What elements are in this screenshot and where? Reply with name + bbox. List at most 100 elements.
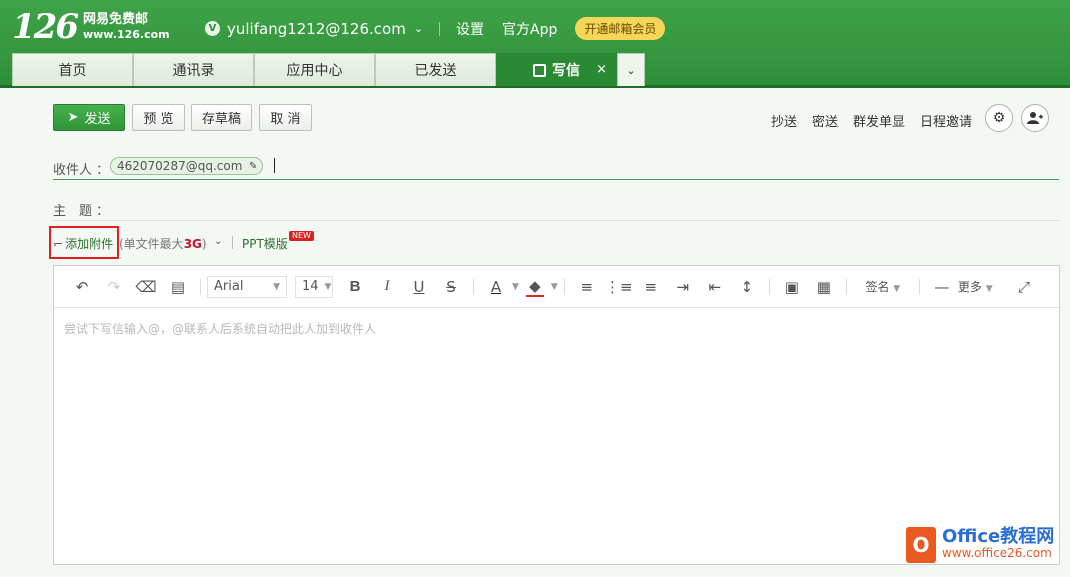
numbered-list-icon[interactable]: ≡ bbox=[635, 278, 667, 296]
font-family-value: Arial bbox=[214, 279, 244, 294]
redo-icon[interactable]: ↷ bbox=[98, 278, 130, 296]
font-color-icon[interactable]: A bbox=[480, 278, 512, 296]
eraser-icon[interactable]: ⌫ bbox=[130, 278, 162, 296]
note-size: 3G bbox=[183, 237, 202, 251]
chevron-down-icon: ▼ bbox=[893, 284, 901, 294]
edit-icon bbox=[533, 63, 546, 77]
vip-level-icon: V bbox=[205, 21, 220, 36]
table-icon[interactable]: ▦ bbox=[808, 278, 840, 296]
send-button[interactable]: ➤ 发送 bbox=[53, 104, 125, 131]
note-prefix: (单文件最大 bbox=[119, 237, 184, 251]
more-label: 更多 bbox=[957, 280, 982, 294]
image-icon[interactable]: ▣ bbox=[776, 278, 808, 296]
recipient-label: 收件人 ： bbox=[53, 163, 110, 178]
chevron-down-icon[interactable]: ▼ bbox=[512, 282, 519, 292]
paperclip-icon: ⌐ bbox=[53, 236, 64, 251]
tab-apps[interactable]: 应用中心 bbox=[254, 53, 375, 86]
add-user-icon bbox=[1027, 112, 1043, 124]
close-icon[interactable]: × bbox=[596, 62, 607, 77]
send-label: 发送 bbox=[84, 112, 111, 127]
more-menu[interactable]: 更多 ▼ bbox=[958, 278, 1008, 295]
add-contact-button[interactable] bbox=[1021, 104, 1049, 132]
account-email: yulifang1212@126.com bbox=[227, 19, 406, 38]
save-draft-button[interactable]: 存草稿 bbox=[191, 104, 252, 131]
signature-menu[interactable]: 签名 ▼ bbox=[853, 278, 913, 295]
font-size-value: 14 bbox=[302, 279, 319, 294]
cc-link[interactable]: 抄送 bbox=[771, 111, 797, 130]
add-attachment-label: 添加附件 bbox=[65, 237, 114, 251]
tab-compose[interactable]: 写信 × bbox=[496, 53, 617, 86]
logo-number: 126 bbox=[12, 7, 79, 47]
align-icon[interactable]: ≡ bbox=[571, 278, 603, 296]
indent-icon[interactable]: ⇥ bbox=[667, 278, 699, 296]
italic-icon[interactable]: I bbox=[371, 278, 403, 295]
strikethrough-icon[interactable]: S bbox=[435, 278, 467, 296]
brand-logo[interactable]: 126 网易免费邮 www.126.com bbox=[12, 10, 170, 44]
undo-icon[interactable]: ↶ bbox=[66, 278, 98, 296]
recipient-chip[interactable]: 462070287@qq.com ✎ bbox=[110, 157, 264, 175]
bulleted-list-icon[interactable]: ⋮≡ bbox=[603, 278, 635, 296]
add-attachment-link[interactable]: ⌐ 添加附件 bbox=[53, 235, 113, 252]
divider bbox=[918, 278, 920, 295]
subject-input[interactable] bbox=[53, 220, 1059, 221]
underline-icon[interactable]: U bbox=[403, 278, 435, 296]
preview-button[interactable]: 预 览 bbox=[132, 104, 185, 131]
divider bbox=[200, 278, 201, 295]
new-badge: NEW bbox=[289, 231, 314, 241]
tab-contacts[interactable]: 通讯录 bbox=[133, 53, 254, 86]
tab-sent[interactable]: 已发送 bbox=[375, 53, 496, 86]
signature-label: 签名 bbox=[865, 280, 890, 294]
divider bbox=[439, 21, 441, 36]
cancel-button[interactable]: 取 消 bbox=[259, 104, 312, 131]
ppt-template-link[interactable]: PPT模版 bbox=[242, 235, 288, 252]
logo-url: www.126.com bbox=[82, 28, 170, 41]
divider bbox=[473, 278, 474, 295]
gear-icon: ⚙ bbox=[992, 110, 1006, 126]
highlight-color-icon[interactable]: ◆ bbox=[525, 277, 544, 297]
chevron-down-icon: ▼ bbox=[985, 284, 993, 294]
paper-plane-icon: ➤ bbox=[67, 110, 79, 125]
chevron-down-icon[interactable]: ▼ bbox=[551, 282, 558, 292]
calendar-invite-link[interactable]: 日程邀请 bbox=[920, 111, 972, 130]
tab-compose-label: 写信 bbox=[552, 63, 580, 79]
recipient-options: 抄送 密送 群发单显 日程邀请 bbox=[756, 111, 972, 130]
settings-link[interactable]: 设置 bbox=[456, 19, 484, 39]
outdent-icon[interactable]: ⇤ bbox=[699, 278, 731, 296]
expand-icon[interactable]: ⤢ bbox=[1008, 278, 1040, 296]
top-header: 126 网易免费邮 www.126.com V yulifang1212@126… bbox=[0, 0, 1070, 88]
line-height-icon[interactable]: ↕ bbox=[731, 278, 763, 296]
subject-label: 主 题 ： bbox=[53, 204, 110, 219]
vip-button[interactable]: 开通邮箱会员 bbox=[575, 17, 666, 40]
bold-icon[interactable]: B bbox=[339, 278, 371, 295]
format-painter-icon[interactable]: ▤ bbox=[162, 278, 194, 296]
official-app-link[interactable]: 官方App bbox=[502, 19, 557, 39]
watermark: O Office教程网 www.office26.com bbox=[906, 527, 1054, 563]
tab-bar: 首页 通讯录 应用中心 已发送 写信 × ⌄ bbox=[12, 53, 645, 86]
account-menu[interactable]: V yulifang1212@126.com ⌄ 设置 官方App 开通邮箱会员 bbox=[205, 17, 666, 40]
font-family-select[interactable]: Arial ▼ bbox=[207, 275, 287, 298]
chevron-down-icon[interactable]: ⌄ bbox=[214, 236, 222, 247]
bcc-link[interactable]: 密送 bbox=[812, 111, 838, 130]
separate-send-link[interactable]: 群发单显 bbox=[853, 111, 905, 130]
attachment-size-note: (单文件最大3G) bbox=[119, 235, 207, 252]
recipient-input-caret[interactable] bbox=[274, 158, 275, 173]
settings-gear-button[interactable]: ⚙ bbox=[985, 104, 1013, 132]
divider bbox=[768, 278, 770, 295]
divider bbox=[845, 278, 847, 295]
pencil-icon[interactable]: ✎ bbox=[249, 159, 257, 175]
tab-more-dropdown[interactable]: ⌄ bbox=[617, 53, 645, 86]
divider bbox=[53, 179, 1059, 180]
watermark-url: www.office26.com bbox=[942, 546, 1052, 560]
divider bbox=[563, 278, 565, 295]
divider bbox=[232, 236, 233, 249]
horizontal-rule-icon[interactable]: — bbox=[926, 278, 958, 296]
editor-toolbar: ↶ ↷ ⌫ ▤ Arial ▼ 14 ▼ B I U S A ▼ ◆ ▼ ≡ ⋮… bbox=[54, 266, 1059, 308]
logo-name: 网易免费邮 bbox=[82, 12, 148, 27]
editor-body[interactable]: 尝试下写信输入@，@联系人后系统自动把此人加到收件人 bbox=[54, 308, 1059, 349]
chevron-down-icon: ▼ bbox=[324, 281, 332, 292]
chevron-down-icon: ⌄ bbox=[413, 22, 424, 35]
font-size-select[interactable]: 14 ▼ bbox=[295, 275, 333, 298]
office-logo-icon: O bbox=[906, 527, 936, 563]
tab-home[interactable]: 首页 bbox=[12, 53, 133, 86]
chevron-down-icon: ⌄ bbox=[626, 63, 636, 77]
